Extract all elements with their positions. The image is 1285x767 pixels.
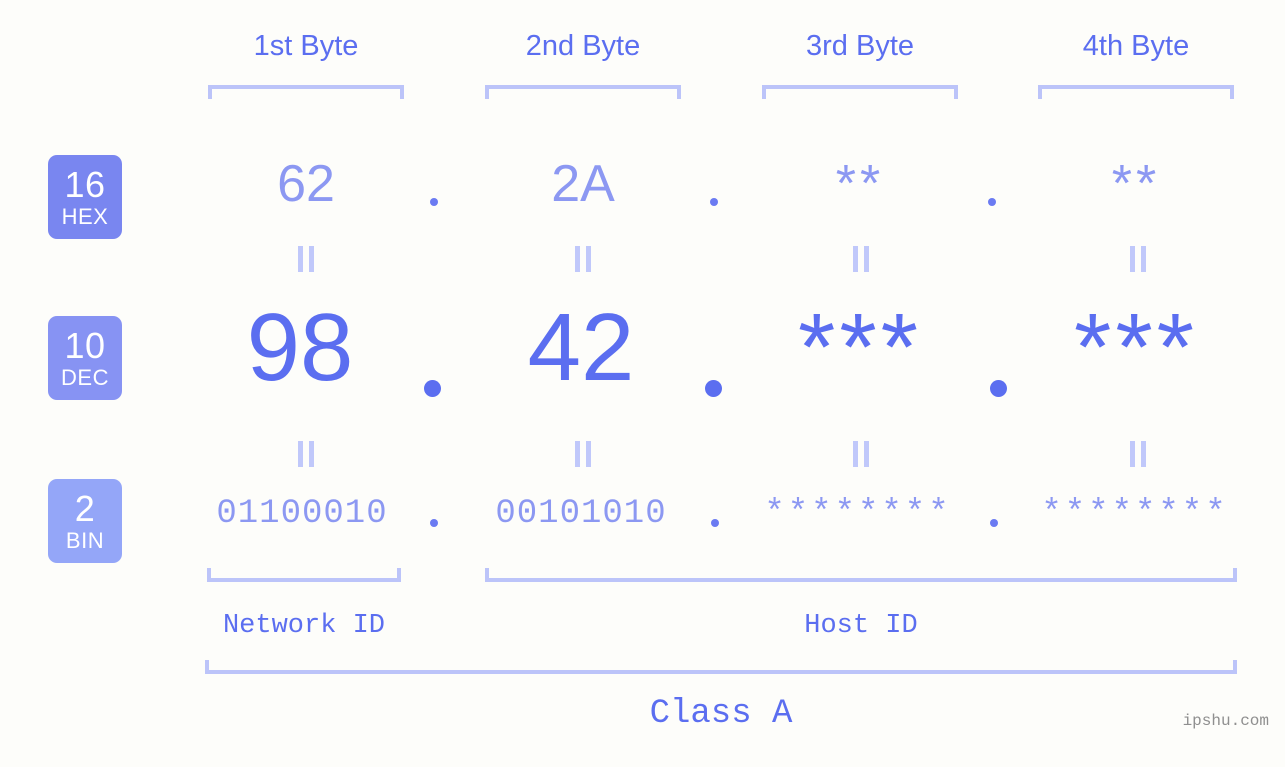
hex-byte-4: **: [1111, 155, 1161, 213]
equals-icon-hex-dec-2: [572, 246, 594, 272]
bin-byte-2: 00101010: [495, 495, 667, 533]
base-badge-hex-number: 16: [64, 163, 106, 205]
bin-byte-3: ********: [764, 495, 952, 533]
dec-separator-dot-3: [990, 380, 1007, 397]
byte-bracket-3: [762, 85, 958, 99]
equals-icon-dec-bin-2: [572, 441, 594, 467]
byte-header-1: 1st Byte: [253, 30, 359, 62]
class-bracket: [205, 660, 1237, 674]
equals-icon-dec-bin-3: [850, 441, 872, 467]
hex-separator-dot-2: [710, 198, 718, 206]
dec-byte-2: 42: [527, 294, 635, 401]
base-badge-dec-number: 10: [64, 324, 106, 366]
ip-breakdown-canvas: 1st Byte 2nd Byte 3rd Byte 4th Byte 16 H…: [0, 0, 1285, 767]
byte-bracket-4: [1038, 85, 1234, 99]
network-id-label: Network ID: [222, 611, 386, 641]
base-badge-hex-label: HEX: [61, 203, 109, 229]
base-badge-hex: 16 HEX: [48, 155, 122, 239]
host-id-bracket: [485, 568, 1237, 582]
byte-bracket-2: [485, 85, 681, 99]
byte-bracket-1: [208, 85, 404, 99]
byte-header-2: 2nd Byte: [525, 30, 641, 62]
hex-byte-1: 62: [277, 155, 335, 213]
base-badge-dec: 10 DEC: [48, 316, 122, 400]
dec-byte-3: ***: [797, 294, 923, 401]
host-id-label: Host ID: [804, 611, 918, 641]
equals-icon-hex-dec-4: [1127, 246, 1149, 272]
dec-byte-4: ***: [1073, 294, 1199, 401]
base-badge-bin: 2 BIN: [48, 479, 122, 563]
bin-separator-dot-2: [711, 519, 719, 527]
base-badge-bin-label: BIN: [65, 527, 105, 553]
dec-separator-dot-1: [424, 380, 441, 397]
equals-icon-dec-bin-4: [1127, 441, 1149, 467]
bin-byte-4: ********: [1041, 495, 1229, 533]
hex-byte-2: 2A: [551, 155, 615, 213]
hex-separator-dot-1: [430, 198, 438, 206]
class-label: Class A: [649, 695, 793, 733]
network-id-bracket: [207, 568, 401, 582]
dec-separator-dot-2: [705, 380, 722, 397]
base-badge-bin-number: 2: [74, 487, 96, 529]
bin-byte-1: 01100010: [216, 495, 388, 533]
hex-separator-dot-3: [988, 198, 996, 206]
hex-byte-3: **: [835, 155, 885, 213]
equals-icon-dec-bin-1: [295, 441, 317, 467]
bin-separator-dot-1: [430, 519, 438, 527]
base-badge-dec-label: DEC: [61, 364, 109, 390]
byte-header-4: 4th Byte: [1082, 30, 1190, 62]
byte-header-3: 3rd Byte: [806, 30, 914, 62]
site-watermark: ipshu.com: [1182, 712, 1269, 730]
dec-byte-1: 98: [246, 294, 354, 401]
equals-icon-hex-dec-1: [295, 246, 317, 272]
bin-separator-dot-3: [990, 519, 998, 527]
equals-icon-hex-dec-3: [850, 246, 872, 272]
